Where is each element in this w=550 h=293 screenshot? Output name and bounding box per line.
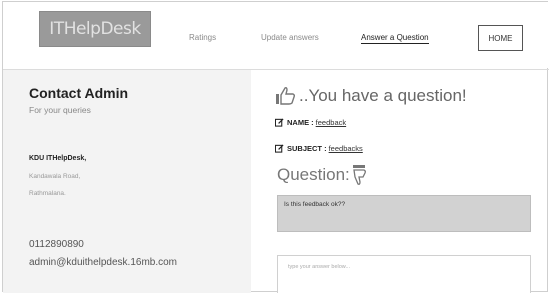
page-heading: ..You have a question!: [275, 86, 467, 106]
name-label: NAME :: [287, 118, 314, 127]
logo-text: ITHelpDesk: [49, 19, 141, 39]
contact-phone: 0112890890: [29, 239, 84, 250]
header: ITHelpDesk Ratings Update answers Answer…: [3, 2, 549, 68]
question-heading: Question:: [277, 164, 367, 186]
nav-ratings[interactable]: Ratings: [189, 33, 216, 42]
nav-answer-question[interactable]: Answer a Question: [361, 33, 429, 44]
thumbs-down-icon: [352, 165, 366, 185]
contact-email: admin@kduithelpdesk.16mb.com: [29, 257, 178, 268]
contact-title: Contact Admin: [29, 85, 129, 101]
name-value-link[interactable]: feedback: [316, 118, 346, 127]
nav-update-answers[interactable]: Update answers: [261, 33, 319, 42]
name-row: NAME : feedback: [275, 118, 346, 127]
answer-textarea[interactable]: type your answer below...: [277, 255, 531, 293]
edit-icon: [275, 118, 284, 127]
question-textarea[interactable]: Is this feedback ok??: [277, 195, 531, 232]
subject-label: SUBJECT :: [287, 144, 327, 153]
page-frame: ITHelpDesk Ratings Update answers Answer…: [2, 1, 549, 293]
address-line-1: Kandawala Road,: [29, 173, 81, 180]
logo[interactable]: ITHelpDesk: [39, 11, 151, 47]
address-line-2: Rathmalana.: [29, 190, 66, 197]
home-button[interactable]: HOME: [478, 25, 523, 51]
heading-text: ..You have a question!: [299, 86, 467, 105]
contact-subtitle: For your queries: [29, 105, 91, 115]
edit-icon: [275, 144, 284, 153]
thumbs-up-icon: [276, 87, 296, 105]
org-name: KDU ITHelpDesk,: [29, 155, 87, 162]
subject-row: SUBJECT : feedbacks: [275, 144, 363, 153]
subject-value-link[interactable]: feedbacks: [329, 144, 363, 153]
question-heading-text: Question:: [277, 165, 350, 184]
contact-sidebar: Contact Admin For your queries KDU ITHel…: [3, 70, 251, 293]
